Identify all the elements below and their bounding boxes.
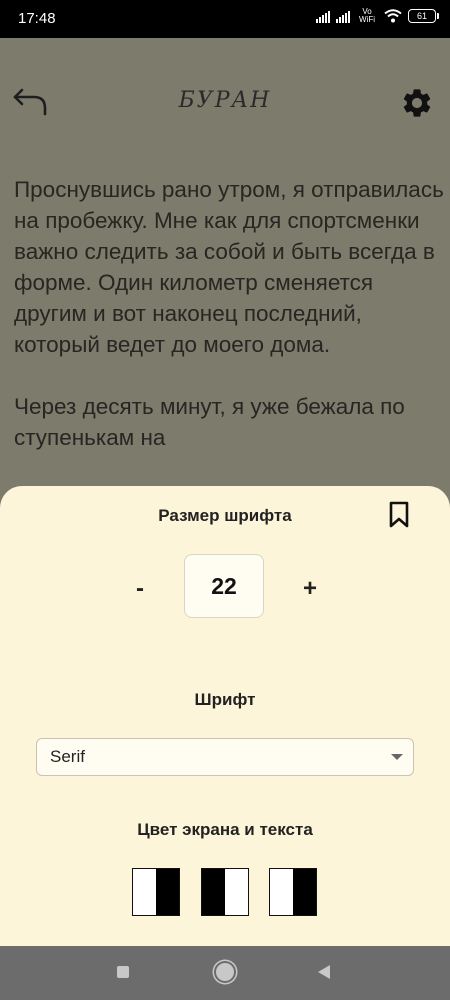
font-size-label: Размер шрифта (158, 506, 292, 525)
swatch-left (270, 869, 293, 915)
battery-icon: 61 (408, 9, 439, 23)
navigation-bar (0, 946, 450, 1000)
color-scheme-option[interactable] (201, 868, 249, 916)
color-scheme-option[interactable] (132, 868, 180, 916)
bookmark-icon (389, 501, 409, 528)
font-select[interactable]: Serif (36, 738, 414, 776)
book-title: БУРАН (178, 88, 272, 113)
signal-icon (336, 9, 350, 23)
status-bar: 17:48 Vo WiFi 61 (0, 0, 450, 38)
recent-apps-button[interactable] (117, 966, 129, 978)
wifi-icon (384, 9, 402, 23)
signal-icon (316, 9, 330, 23)
bookmark-button[interactable] (388, 501, 410, 529)
settings-sheet: Размер шрифта - 22 + Шрифт Serif Цвет эк… (0, 486, 450, 946)
status-icons: Vo WiFi 61 (316, 7, 439, 24)
swatch-left (133, 869, 156, 915)
chevron-down-icon (391, 754, 403, 760)
home-button[interactable] (216, 963, 234, 981)
swatch-right (293, 869, 316, 915)
reader-paragraph: Через десять минут, я уже бежала по ступ… (14, 394, 405, 450)
font-select-value: Serif (50, 747, 85, 766)
settings-button[interactable] (400, 86, 434, 120)
font-size-value[interactable]: 22 (184, 554, 264, 618)
gear-icon (403, 89, 431, 117)
swatch-right (156, 869, 179, 915)
swatch-right (225, 869, 248, 915)
color-scheme-option[interactable] (269, 868, 317, 916)
status-time: 17:48 (18, 10, 56, 27)
reader-paragraph: Проснувшись рано утром, я отправилась на… (14, 177, 444, 357)
decrease-font-button[interactable]: - (120, 574, 160, 604)
vowifi-indicator: Vo WiFi (359, 7, 375, 24)
font-label: Шрифт (194, 690, 256, 709)
color-scheme-label: Цвет экрана и текста (137, 820, 313, 839)
increase-font-button[interactable]: + (290, 574, 330, 604)
reader-text: Проснувшись рано утром, я отправилась на… (14, 174, 444, 484)
swatch-left (202, 869, 225, 915)
back-nav-button[interactable] (318, 965, 330, 979)
